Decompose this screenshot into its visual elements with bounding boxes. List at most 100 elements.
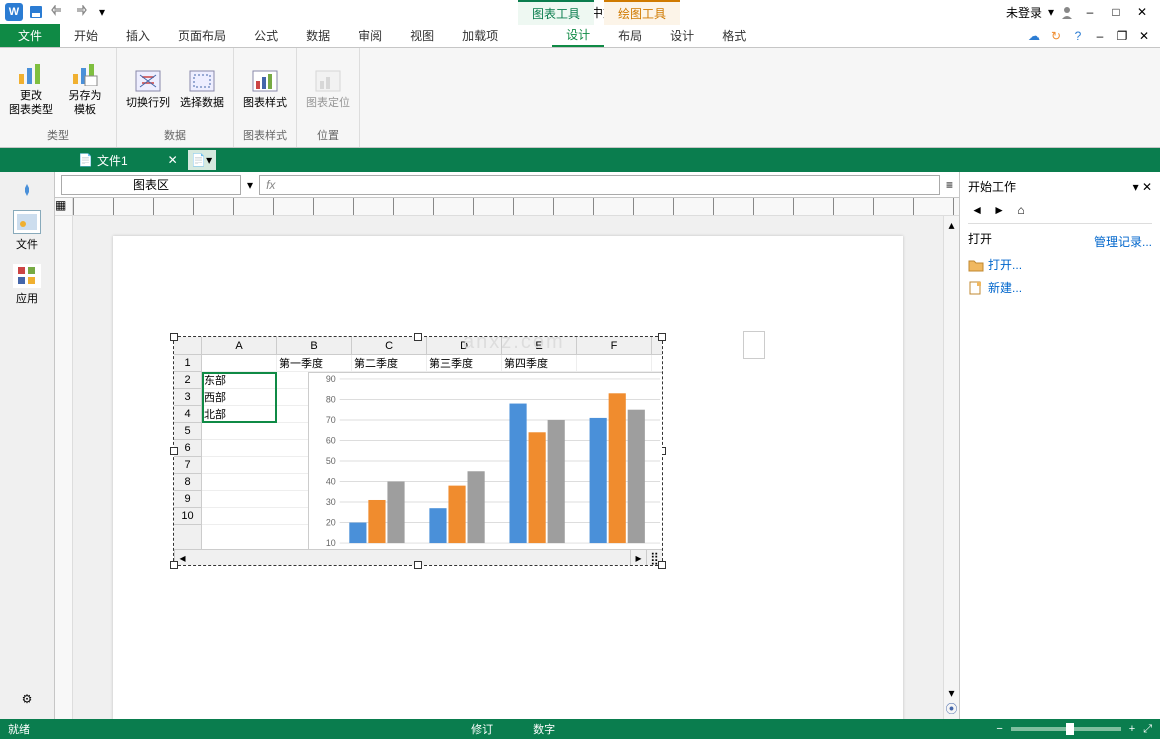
task-fwd-icon[interactable]: ► <box>990 201 1008 219</box>
switch-row-col-button[interactable]: 切换行列 <box>125 52 171 125</box>
vertical-ruler[interactable] <box>55 216 73 719</box>
name-box-dropdown-icon[interactable]: ▾ <box>247 178 253 192</box>
close-button[interactable]: ✕ <box>1132 2 1152 22</box>
chart-object[interactable]: 102030405060708090 <box>308 372 662 549</box>
tab-chart-design[interactable]: 设计 <box>552 24 604 47</box>
col-header[interactable]: B <box>277 337 352 354</box>
vertical-scrollbar[interactable]: ▴ ▾ ⦿ <box>943 216 959 719</box>
select-all-corner[interactable] <box>174 337 202 354</box>
qat-dropdown-icon[interactable]: ▾ <box>92 2 112 22</box>
cell[interactable]: 第三季度 <box>427 355 502 371</box>
col-header[interactable]: F <box>577 337 652 354</box>
row-header[interactable]: 4 <box>174 406 201 423</box>
pin-icon[interactable] <box>15 178 39 202</box>
embedded-spreadsheet-object[interactable]: A B C D E F 12345678910 <box>173 336 663 566</box>
context-tab-draw[interactable]: 绘图工具 <box>604 0 680 25</box>
task-close-icon[interactable]: ✕ <box>1142 180 1152 194</box>
row-header[interactable]: 3 <box>174 389 201 406</box>
horizontal-ruler[interactable] <box>73 198 959 215</box>
row-header[interactable]: 5 <box>174 423 201 440</box>
ruler-corner[interactable]: ▦ <box>55 198 73 215</box>
status-revision[interactable]: 修订 <box>471 721 493 737</box>
context-tab-chart[interactable]: 图表工具 <box>518 0 594 25</box>
row-header[interactable]: 10 <box>174 508 201 525</box>
cell[interactable]: 西部 <box>202 389 277 405</box>
row-header[interactable]: 2 <box>174 372 201 389</box>
task-dropdown-icon[interactable]: ▾ <box>1133 180 1139 194</box>
row-header[interactable]: 9 <box>174 491 201 508</box>
refresh-icon[interactable]: ↻ <box>1048 28 1064 44</box>
row-header[interactable]: 8 <box>174 474 201 491</box>
new-doc-icon <box>968 281 984 295</box>
formula-expand-icon[interactable]: ≡ <box>946 178 953 192</box>
tab-chart-layout[interactable]: 布局 <box>604 24 656 47</box>
task-back-icon[interactable]: ◄ <box>968 201 986 219</box>
new-doc-tab-button[interactable]: 📄▾ <box>188 150 216 170</box>
minimize-button[interactable]: – <box>1080 2 1100 22</box>
tab-formula[interactable]: 公式 <box>240 24 292 47</box>
zoom-in-icon[interactable]: + <box>1129 723 1135 735</box>
zoom-slider[interactable] <box>1011 727 1121 731</box>
col-header[interactable]: A <box>202 337 277 354</box>
task-home-icon[interactable]: ⌂ <box>1012 201 1030 219</box>
tab-view[interactable]: 视图 <box>396 24 448 47</box>
open-link[interactable]: 打开... <box>968 253 1152 276</box>
tab-page-layout[interactable]: 页面布局 <box>164 24 240 47</box>
tab-home[interactable]: 开始 <box>60 24 112 47</box>
switch-icon <box>132 67 164 95</box>
sidebar-item-app[interactable]: 应用 <box>3 260 51 310</box>
row-header[interactable]: 6 <box>174 440 201 457</box>
svg-text:20: 20 <box>326 518 336 528</box>
watermark: anxz.com <box>463 331 565 354</box>
help-icon[interactable]: ? <box>1070 28 1086 44</box>
cells-area[interactable]: 第一季度 第二季度 第三季度 第四季度 东部 西部 北部 <box>202 355 662 549</box>
save-icon[interactable] <box>26 2 46 22</box>
cell[interactable]: 第二季度 <box>352 355 427 371</box>
login-status[interactable]: 未登录 <box>1006 4 1042 21</box>
restore-doc-icon[interactable]: ❐ <box>1114 28 1130 44</box>
cell[interactable]: 第四季度 <box>502 355 577 371</box>
doc-tab-close-icon[interactable]: ✕ <box>168 153 178 167</box>
cell[interactable]: 北部 <box>202 406 277 422</box>
manage-records-link[interactable]: 管理记录... <box>1094 230 1152 253</box>
task-pane-title: 开始工作 <box>968 178 1016 195</box>
tab-insert[interactable]: 插入 <box>112 24 164 47</box>
cell[interactable]: 第一季度 <box>277 355 352 371</box>
new-doc-link[interactable]: 新建... <box>968 276 1152 299</box>
cell[interactable]: 东部 <box>202 372 277 388</box>
scroll-up-icon[interactable]: ▴ <box>949 218 955 232</box>
doc-tab[interactable]: 📄 文件1 ✕ <box>70 148 186 172</box>
tab-addins[interactable]: 加载项 <box>448 24 512 47</box>
cloud-icon[interactable]: ☁ <box>1026 28 1042 44</box>
maximize-button[interactable]: □ <box>1106 2 1126 22</box>
app-icon[interactable]: W <box>4 2 24 22</box>
zoom-fit-icon[interactable]: ⤢ <box>1143 723 1152 736</box>
settings-gear-icon[interactable]: ⚙ <box>15 687 39 711</box>
formula-input[interactable]: fx <box>259 175 940 195</box>
sidebar-item-file[interactable]: 文件 <box>3 206 51 256</box>
min-ribbon-icon[interactable]: – <box>1092 28 1108 44</box>
zoom-out-icon[interactable]: − <box>996 723 1002 735</box>
close-doc-icon[interactable]: ✕ <box>1136 28 1152 44</box>
tab-data[interactable]: 数据 <box>292 24 344 47</box>
scroll-right-icon[interactable]: ▸ <box>630 550 646 565</box>
file-tab[interactable]: 文件 <box>0 24 60 47</box>
status-num[interactable]: 数字 <box>533 721 555 737</box>
redo-icon[interactable] <box>70 2 90 22</box>
chart-position-button: 图表定位 <box>305 52 351 125</box>
scroll-down-icon[interactable]: ▾ <box>949 686 955 700</box>
row-header[interactable]: 1 <box>174 355 201 372</box>
tab-review[interactable]: 审阅 <box>344 24 396 47</box>
page-nav-icon[interactable]: ⦿ <box>946 700 958 717</box>
login-dropdown-icon[interactable]: ▾ <box>1048 5 1054 19</box>
tab-draw-format[interactable]: 格式 <box>708 24 760 47</box>
row-header[interactable]: 7 <box>174 457 201 474</box>
chart-styles-button[interactable]: 图表样式 <box>242 52 288 125</box>
undo-icon[interactable] <box>48 2 68 22</box>
save-template-button[interactable]: 另存为 模板 <box>62 52 108 125</box>
user-icon[interactable] <box>1060 5 1074 19</box>
select-data-button[interactable]: 选择数据 <box>179 52 225 125</box>
change-chart-type-button[interactable]: 更改 图表类型 <box>8 52 54 125</box>
tab-draw-design[interactable]: 设计 <box>656 24 708 47</box>
name-box[interactable] <box>61 175 241 195</box>
